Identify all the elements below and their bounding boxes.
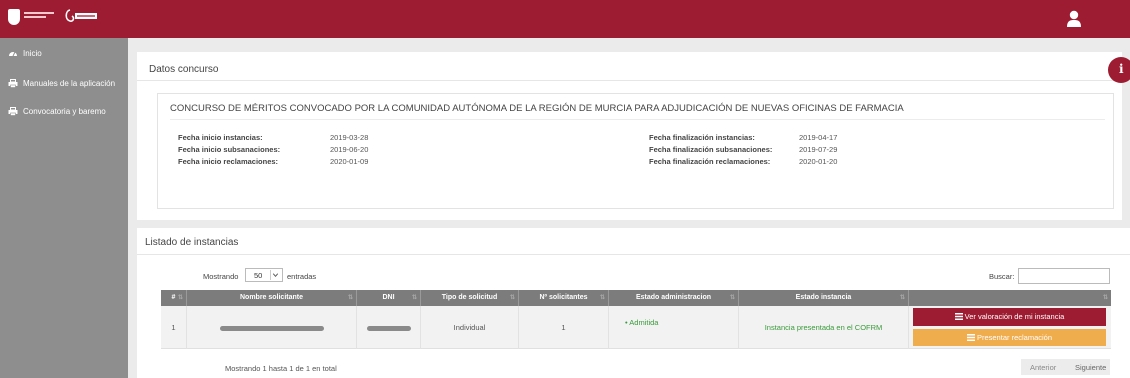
shield-icon — [8, 9, 20, 25]
panel-title: Listado de instancias — [145, 237, 239, 248]
listado-instancias-panel: Listado de instancias Mostrando 50 entra… — [137, 228, 1130, 378]
sidebar-item-label: Inicio — [23, 48, 42, 58]
info-button[interactable]: i — [1108, 57, 1130, 83]
next-page-button[interactable]: Siguiente — [1075, 363, 1106, 372]
column-header-num[interactable]: # ⇅ — [161, 290, 187, 306]
sidebar-item-label: Manuales de la aplicación — [23, 78, 116, 88]
sort-icon: ⇅ — [599, 295, 605, 301]
list-icon — [966, 334, 975, 341]
search-label: Buscar: — [989, 272, 1015, 281]
sidebar-item-inicio[interactable]: Inicio — [8, 46, 42, 60]
table-row: 1 Individual 1 • Admitida Instancia pres… — [161, 306, 1111, 349]
info-icon: i — [1119, 62, 1124, 76]
sort-icon: ⇅ — [899, 295, 905, 301]
column-header-estado-admin[interactable]: Estado administracion ⇅ — [609, 290, 739, 306]
region-murcia-logo[interactable] — [8, 8, 58, 30]
print-icon — [8, 106, 18, 116]
list-icon — [954, 313, 963, 320]
button-label: Presentar reclamación — [976, 333, 1053, 342]
fecha-label: Fecha finalización instancias: — [649, 133, 755, 142]
sidebar-item-manuales[interactable]: Manuales de la aplicación — [8, 76, 115, 90]
panel-title: Datos concurso — [149, 64, 219, 75]
dashboard-icon — [9, 51, 17, 57]
column-header-dni[interactable]: DNI ⇅ — [357, 290, 421, 306]
fecha-label: Fecha inicio reclamaciones: — [178, 157, 279, 166]
fecha-label: Fecha inicio subsanaciones: — [178, 145, 281, 154]
concurso-title: CONCURSO DE MÉRITOS CONVOCADO POR LA COM… — [170, 103, 904, 114]
pagination: Anterior Siguiente — [1021, 359, 1110, 375]
sidebar-item-label: Convocatoria y baremo — [23, 106, 106, 116]
concurso-details: CONCURSO DE MÉRITOS CONVOCADO POR LA COM… — [157, 93, 1114, 209]
cell-dni-redacted — [357, 306, 421, 349]
fecha-label: Fecha finalización reclamaciones: — [649, 157, 771, 166]
fecha-value: 2019-07-29 — [799, 145, 838, 154]
column-header-solicitantes[interactable]: Nº solicitantes ⇅ — [519, 290, 609, 306]
top-bar — [0, 0, 1130, 38]
cofrm-logo — [65, 9, 97, 22]
divider — [137, 80, 1122, 81]
sort-icon: ⇅ — [411, 295, 417, 301]
column-header-estado-instancia[interactable]: Estado instancia ⇅ — [739, 290, 909, 306]
button-label: Ver valoración de mi instancia — [964, 312, 1065, 321]
sidebar: Inicio Manuales de la aplicación Convoca… — [0, 38, 128, 378]
datos-concurso-panel: Datos concurso CONCURSO DE MÉRITOS CONVO… — [137, 52, 1122, 220]
cell-estado-admin: • Admitida — [609, 306, 739, 349]
cell-nombre-redacted — [187, 306, 357, 349]
sidebar-item-convocatoria[interactable]: Convocatoria y baremo — [8, 104, 106, 118]
fecha-value: 2019-03-28 — [330, 133, 369, 142]
search-input[interactable] — [1018, 268, 1110, 284]
cell-tipo: Individual — [421, 306, 519, 349]
logo-text-mark — [24, 12, 54, 20]
fecha-label: Fecha finalización subsanaciones: — [649, 145, 773, 154]
print-icon — [8, 78, 18, 88]
fecha-value: 2019-04-17 — [799, 133, 838, 142]
column-header-nombre[interactable]: Nombre solicitante ⇅ — [187, 290, 357, 306]
presentar-reclamacion-button[interactable]: Presentar reclamación — [913, 329, 1106, 346]
page-length-select[interactable]: 50 — [245, 268, 283, 282]
fecha-value: 2019-06-20 — [330, 145, 369, 154]
column-header-tipo[interactable]: Tipo de solicitud ⇅ — [421, 290, 519, 306]
cell-solicitantes: 1 — [519, 306, 609, 349]
sort-icon: ⇅ — [729, 295, 735, 301]
fecha-label: Fecha inicio instancias: — [178, 133, 263, 142]
sort-icon: ⇅ — [347, 295, 353, 301]
ver-valoracion-button[interactable]: Ver valoración de mi instancia — [913, 308, 1106, 326]
table-info: Mostrando 1 hasta 1 de 1 en total — [225, 364, 337, 373]
length-suffix: entradas — [287, 272, 317, 281]
divider — [170, 119, 1105, 120]
length-prefix: Mostrando — [203, 272, 239, 281]
divider — [137, 254, 1130, 255]
sort-icon: ⇅ — [509, 295, 515, 301]
prev-page-button[interactable]: Anterior — [1030, 363, 1056, 372]
chevron-down-icon — [270, 270, 279, 280]
user-icon[interactable] — [1066, 10, 1082, 28]
column-header-acciones[interactable]: ⇅ — [909, 290, 1111, 306]
fecha-value: 2020-01-20 — [799, 157, 838, 166]
sort-icon: ⇅ — [177, 295, 183, 301]
fecha-value: 2020-01-09 — [330, 157, 369, 166]
page-length-value: 50 — [254, 271, 263, 280]
cell-estado-instancia: Instancia presentada en el COFRM — [739, 306, 909, 349]
sort-icon: ⇅ — [1102, 295, 1108, 301]
cell-num: 1 — [161, 306, 187, 349]
table-header: # ⇅ Nombre solicitante ⇅ DNI ⇅ Tipo de soli… — [161, 290, 1111, 306]
